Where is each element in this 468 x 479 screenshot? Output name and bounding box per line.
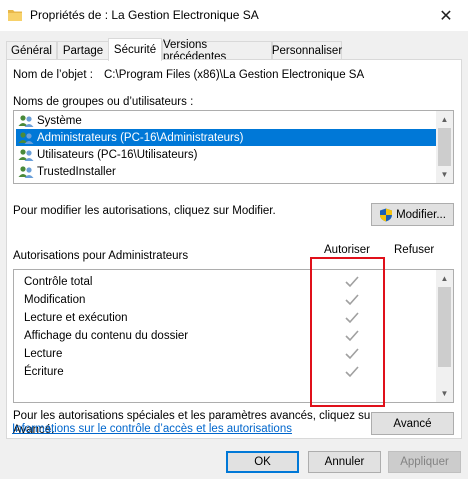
permission-row: Lecture	[24, 345, 62, 363]
cancel-button[interactable]: Annuler	[308, 451, 381, 473]
scroll-up-icon[interactable]: ▲	[436, 270, 453, 287]
list-item-trustedinstaller[interactable]: TrustedInstaller	[16, 163, 436, 180]
tab-general[interactable]: Général	[6, 41, 57, 60]
user-group-icon	[18, 148, 34, 161]
permissions-label: Autorisations pour Administrateurs	[13, 250, 189, 262]
permission-row: Lecture et exécution	[24, 309, 128, 327]
scroll-down-icon[interactable]: ▼	[436, 385, 453, 402]
info-link[interactable]: Informations sur le contrôle d’accès et …	[12, 423, 292, 435]
scroll-down-icon[interactable]: ▼	[436, 166, 453, 183]
security-panel: Nom de l’objet : C:\Program Files (x86)\…	[6, 59, 462, 439]
object-name-value: C:\Program Files (x86)\La Gestion Electr…	[104, 69, 365, 81]
list-item-utilisateurs[interactable]: Utilisateurs (PC-16\Utilisateurs)	[16, 146, 436, 163]
permissions-listbox[interactable]: Contrôle total Modification Lecture et e…	[13, 269, 454, 403]
close-icon: ✕	[439, 7, 453, 25]
special-permissions-hint: Pour les autorisations spéciales et les …	[13, 410, 375, 422]
permission-name: Lecture et exécution	[24, 312, 128, 324]
permission-name: Lecture	[24, 348, 63, 360]
list-item-label: Utilisateurs (PC-16\Utilisateurs)	[37, 148, 198, 161]
allow-column-highlight	[310, 257, 385, 407]
permission-row: Écriture	[24, 363, 64, 381]
close-button[interactable]: ✕	[424, 0, 468, 31]
user-group-icon	[18, 165, 34, 178]
list-item-systeme[interactable]: Système	[16, 112, 436, 129]
apply-button[interactable]: Appliquer	[388, 451, 461, 473]
tab-customize[interactable]: Personnaliser	[272, 41, 342, 60]
scroll-up-icon[interactable]: ▲	[436, 111, 453, 128]
window-title: Propriétés de : La Gestion Electronique …	[30, 8, 259, 22]
deny-column-header: Refuser	[394, 244, 435, 256]
permissions-scrollbar[interactable]: ▲ ▼	[436, 270, 453, 402]
object-name-label: Nom de l’objet :	[13, 69, 93, 81]
dialog-body: Général Partage Sécurité Versions précéd…	[0, 31, 468, 479]
groups-label: Noms de groupes ou d’utilisateurs :	[13, 96, 194, 108]
permission-row: Affichage du contenu du dossier	[24, 327, 188, 345]
list-item-label: Administrateurs (PC-16\Administrateurs)	[37, 131, 244, 144]
title-bar: Propriétés de : La Gestion Electronique …	[0, 0, 468, 31]
permission-name: Modification	[24, 294, 86, 306]
shield-icon	[380, 208, 393, 221]
modify-button[interactable]: Modifier...	[371, 203, 454, 226]
tab-sharing[interactable]: Partage	[57, 41, 109, 60]
scroll-thumb[interactable]	[438, 128, 451, 166]
modify-hint: Pour modifier les autorisations, cliquez…	[13, 205, 276, 217]
ok-button[interactable]: OK	[226, 451, 299, 473]
list-item-administrateurs[interactable]: Administrateurs (PC-16\Administrateurs)	[16, 129, 436, 146]
tab-previous-versions[interactable]: Versions précédentes	[162, 39, 272, 63]
tab-security[interactable]: Sécurité	[108, 38, 162, 61]
user-group-icon	[18, 131, 34, 144]
folder-icon	[8, 10, 22, 21]
modify-button-label: Modifier...	[396, 208, 446, 221]
permission-row: Modification	[24, 291, 85, 309]
list-item-label: TrustedInstaller	[37, 165, 116, 178]
list-item-label: Système	[37, 114, 82, 127]
groups-scrollbar[interactable]: ▲ ▼	[436, 111, 453, 183]
permission-row: Contrôle total	[24, 273, 92, 291]
advanced-button[interactable]: Avancé	[371, 412, 454, 435]
permission-name: Affichage du contenu du dossier	[24, 330, 189, 342]
permission-name: Contrôle total	[24, 276, 93, 288]
permission-name: Écriture	[24, 366, 64, 378]
groups-listbox[interactable]: Système Administrateurs (PC-16\Administr…	[13, 110, 454, 184]
user-group-icon	[18, 114, 34, 127]
scroll-thumb[interactable]	[438, 287, 451, 367]
allow-column-header: Autoriser	[324, 244, 371, 256]
